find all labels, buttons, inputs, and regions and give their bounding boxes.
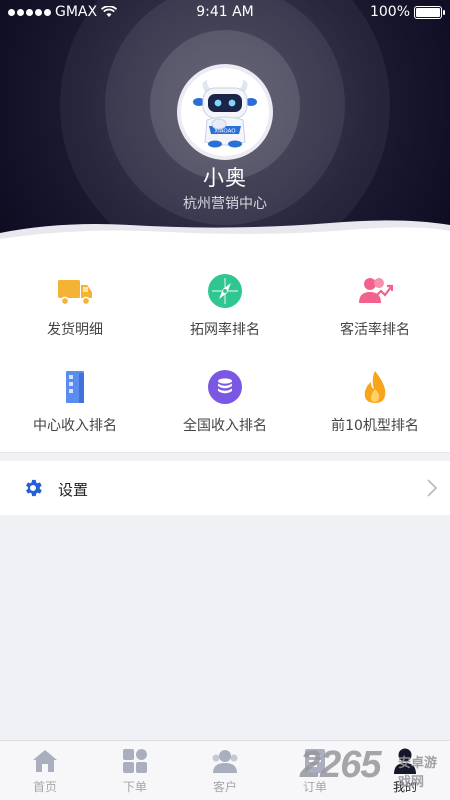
battery-status: 100% [369, 4, 445, 20]
grid-item-national-revenue-ranking[interactable]: 全国收入排名 [150, 341, 300, 437]
grid-item-label: 拓网率排名 [190, 322, 260, 338]
settings-label: 设置 [58, 481, 89, 499]
home-icon [33, 750, 57, 772]
settings-row[interactable]: 设置 [0, 461, 450, 515]
tab-label: 首页 [32, 780, 57, 794]
grid-item-network-rate-ranking[interactable]: 拓网率排名 [150, 245, 300, 341]
profile-name: 小奥 [203, 166, 247, 190]
watermark-text: 安卓游戏网 [398, 755, 438, 789]
tab-label: 客户 [212, 780, 237, 794]
grid-icon [123, 749, 147, 773]
robot-cow-mascot-icon: XIAOAO [193, 80, 257, 148]
grid-item-label: 客活率排名 [340, 322, 410, 338]
grid-item-label: 前10机型排名 [331, 418, 419, 434]
grid-item-label: 中心收入排名 [33, 418, 117, 434]
site-watermark: 2265 安卓游戏网 [298, 742, 448, 792]
grid-item-shipping-details[interactable]: 发货明细 [0, 245, 150, 341]
grid-item-customer-activity-ranking[interactable]: 客活率排名 [300, 245, 450, 341]
users-trend-icon [359, 278, 393, 303]
database-icon [208, 370, 242, 404]
profile-header: GMAX 9:41 AM 100% XIAOAO 小奥 杭州营销中心 [0, 0, 450, 245]
header-wave-divider [0, 220, 450, 245]
tab-label: 下单 [122, 780, 147, 794]
status-bar: GMAX 9:41 AM 100% [0, 0, 450, 24]
building-icon [66, 371, 84, 403]
avatar[interactable]: XIAOAO [177, 64, 273, 160]
flame-icon [364, 371, 386, 403]
feature-grid: 发货明细 拓网率排名 客活率排名 中心收入排名 全国收入排名 前10机型排名 [0, 245, 450, 453]
compass-icon [208, 274, 242, 308]
gear-icon [26, 479, 42, 497]
chevron-right-icon [427, 479, 438, 497]
tab-order[interactable]: 下单 [90, 741, 180, 800]
tab-customers[interactable]: 客户 [180, 741, 270, 800]
tab-home[interactable]: 首页 [0, 741, 90, 800]
battery-percent: 100% [369, 4, 410, 20]
grid-item-top10-models-ranking[interactable]: 前10机型排名 [300, 341, 450, 437]
grid-item-label: 全国收入排名 [183, 418, 267, 434]
customers-icon [212, 750, 238, 773]
grid-item-center-revenue-ranking[interactable]: 中心收入排名 [0, 341, 150, 437]
truck-icon [58, 280, 92, 306]
grid-item-label: 发货明细 [47, 322, 103, 338]
battery-icon [414, 5, 445, 19]
watermark-number: 2265 [300, 744, 382, 786]
